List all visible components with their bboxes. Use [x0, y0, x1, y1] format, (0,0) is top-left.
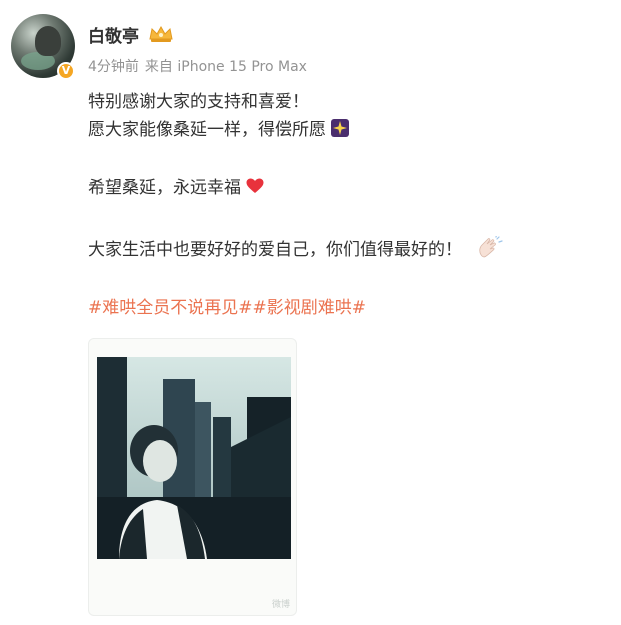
- post-text-line: 大家生活中也要好好的爱自己，你们值得最好的！: [88, 236, 504, 262]
- heart-icon: [246, 178, 264, 193]
- hashtag-link[interactable]: #影视剧难哄#: [253, 298, 367, 318]
- watermark: 微博: [271, 600, 290, 610]
- verified-badge-icon: V: [57, 62, 75, 80]
- post-text: 特别感谢大家的支持和喜爱！: [88, 92, 309, 112]
- post-text-line: 愿大家能像桑延一样，得偿所愿: [88, 118, 350, 142]
- clap-icon: [479, 236, 503, 258]
- post-image[interactable]: 微博: [88, 338, 297, 616]
- post-meta: 4分钟前 来自 iPhone 15 Pro Max: [88, 56, 307, 76]
- post-source: 来自 iPhone 15 Pro Max: [144, 59, 307, 75]
- post-text: 愿大家能像桑延一样，得偿所愿: [88, 120, 326, 140]
- hashtag-link[interactable]: #难哄全员不说再见#: [88, 298, 253, 318]
- polaroid-photo: [97, 357, 291, 559]
- hashtag-row: #难哄全员不说再见##影视剧难哄#: [88, 296, 366, 320]
- post-text-line: 希望桑延，永远幸福: [88, 176, 265, 200]
- post-time[interactable]: 4分钟前: [88, 59, 139, 75]
- post-text: 希望桑延，永远幸福: [88, 178, 241, 198]
- crown-icon[interactable]: [148, 24, 174, 44]
- post-text: 大家生活中也要好好的爱自己，你们值得最好的！: [88, 240, 462, 260]
- username[interactable]: 白敬亭: [88, 22, 139, 47]
- avatar-figure: [35, 26, 61, 56]
- sparkle-icon: [331, 119, 349, 137]
- post-text-line: 特别感谢大家的支持和喜爱！: [88, 90, 309, 114]
